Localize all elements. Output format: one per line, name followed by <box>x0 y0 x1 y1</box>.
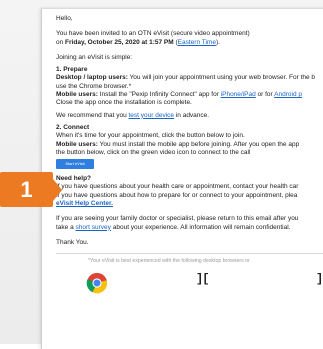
invite-date-line: on Friday, October 25, 2020 at 1:57 PM (… <box>56 39 323 47</box>
connect-mobile-label: Mobile users: <box>56 140 98 148</box>
connect-mobile-text: You must install the mobile app before j… <box>97 140 300 148</box>
connect-mobile: Mobile users: You must install the mobil… <box>56 141 323 149</box>
invite-line: You have been invited to an OTN eVisit (… <box>56 30 250 38</box>
recommend-line: We recommend that you test your device i… <box>56 112 323 120</box>
mobile-label: Mobile users: <box>56 91 98 99</box>
iphone-ipad-link[interactable]: iPhone/iPad <box>221 91 256 98</box>
thank-you: Thank You. <box>56 238 89 246</box>
footer-divider <box>56 253 323 255</box>
survey-line-2: take a short survey about your experienc… <box>56 224 323 232</box>
mobile-text: Install the "Pexip Infinity Connect" app… <box>97 91 221 99</box>
mobile-instructions-2: Close the app once the installation is c… <box>56 99 192 107</box>
browser-icons-row: ][ ][ <box>56 270 323 300</box>
desktop-label: Desktop / laptop users: <box>56 74 128 82</box>
help-line-2: If you have questions about how to prepa… <box>56 191 298 199</box>
mobile-instructions: Mobile users: Install the "Pexip Infinit… <box>56 91 323 99</box>
short-survey-link[interactable]: short survey <box>76 224 111 231</box>
mobile-or: or for <box>255 91 275 99</box>
help-heading: Need help? <box>56 175 92 183</box>
connect-mobile-2: the button below, click on the green vid… <box>56 148 251 156</box>
test-device-link[interactable]: test your device <box>129 112 175 119</box>
connect-when: When it's time for your appointment, cli… <box>56 132 245 140</box>
timezone-link[interactable]: Eastern Time <box>178 39 216 46</box>
start-evisit-button[interactable]: Start eVisit <box>56 159 94 170</box>
desktop-instructions-2: use the Chrome browser.* <box>56 82 132 90</box>
prepare-heading: 1. Prepare <box>56 66 88 74</box>
appointment-datetime: Friday, October 25, 2020 at 1:57 PM <box>65 38 174 46</box>
pexip-icon-2[interactable]: ][ <box>316 272 323 284</box>
pexip-icon[interactable]: ][ <box>196 272 209 284</box>
invite-on: on <box>56 38 66 46</box>
browser-note: *Your eVisit is best experienced with th… <box>88 258 250 265</box>
connect-heading: 2. Connect <box>56 123 90 131</box>
callout-arrow-icon <box>53 179 62 201</box>
survey-start: take a <box>56 223 76 231</box>
desktop-instructions: Desktop / laptop users: You will join yo… <box>56 74 323 82</box>
joining-simple: Joining an eVisit is simple: <box>56 53 133 61</box>
recommend-text: We recommend that you <box>56 111 129 119</box>
recommend-end: in advance. <box>174 111 210 119</box>
chrome-icon[interactable] <box>86 272 108 294</box>
email-body: Hello, You have been invited to an OTN e… <box>41 8 323 349</box>
desktop-text: You will join your appointment using you… <box>127 74 316 82</box>
survey-line-1: If you are seeing your family doctor or … <box>56 215 299 223</box>
greeting: Hello, <box>56 15 73 22</box>
help-center-link[interactable]: eVisit Help Center. <box>56 200 113 207</box>
email-content: Hello, You have been invited to an OTN e… <box>56 15 323 300</box>
survey-end: about your experience. All information w… <box>110 223 291 231</box>
tz-close: ). <box>215 38 220 46</box>
help-line-1: If you have questions about your health … <box>56 183 299 191</box>
android-link[interactable]: Android p <box>274 91 302 98</box>
callout-number-badge: 1 <box>0 172 53 207</box>
